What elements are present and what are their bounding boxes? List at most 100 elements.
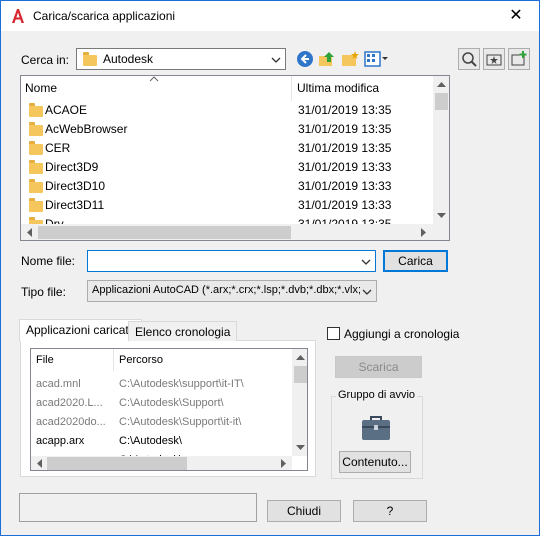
loaded-apps-table[interactable]: File Percorso acad.mnl C:\Autodesk\suppor… xyxy=(30,348,308,471)
table-row[interactable]: acad2020.L... C:\Autodesk\Support\ xyxy=(31,394,293,413)
vertical-scrollbar[interactable] xyxy=(433,76,449,224)
load-button[interactable]: Carica xyxy=(383,250,448,272)
app-path: C:\Autodesk\support\it-IT\ xyxy=(119,378,244,390)
list-item[interactable]: Direct3D11 31/01/2019 13:33 xyxy=(21,196,431,215)
tab-loaded-apps[interactable]: Applicazioni caricate xyxy=(19,319,143,341)
list-item[interactable]: ACAOE 31/01/2019 13:35 xyxy=(21,101,431,120)
title-bar: Carica/scarica applicazioni ✕ xyxy=(1,1,539,31)
column-header-file[interactable]: File xyxy=(36,354,54,366)
folder-icon xyxy=(29,198,43,212)
table-row[interactable]: acapp.arx C:\Autodesk\ xyxy=(31,432,293,451)
modified-date: 31/01/2019 13:35 xyxy=(298,122,392,136)
apps-horizontal-scrollbar[interactable] xyxy=(31,456,292,470)
file-type-label: Tipo file: xyxy=(21,285,66,299)
hscroll-thumb[interactable] xyxy=(47,457,187,470)
folder-icon xyxy=(83,52,97,66)
modified-date: 31/01/2019 13:33 xyxy=(298,160,392,174)
horizontal-scrollbar[interactable] xyxy=(21,224,433,240)
table-row[interactable]: acad2020do... C:\Autodesk\Support\it-it\ xyxy=(31,413,293,432)
close-icon[interactable]: ✕ xyxy=(493,1,539,31)
file-name: AcWebBrowser xyxy=(45,122,128,136)
window-title: Carica/scarica applicazioni xyxy=(33,9,176,23)
app-path: C:\Autodesk\Support\ xyxy=(119,397,224,409)
look-in-dropdown[interactable]: Autodesk xyxy=(76,48,286,70)
scroll-corner xyxy=(433,224,449,240)
file-name: Direct3D10 xyxy=(45,179,106,193)
scroll-right-icon[interactable] xyxy=(281,459,287,468)
unload-button[interactable]: Scarica xyxy=(335,356,422,378)
file-name: ACAOE xyxy=(45,103,88,117)
folder-icon xyxy=(29,122,43,136)
close-button[interactable]: Chiudi xyxy=(267,500,341,522)
view-menu-icon[interactable] xyxy=(363,49,389,69)
column-header-modified[interactable]: Ultima modifica xyxy=(293,76,433,101)
app-file: acapp.arx xyxy=(36,435,85,447)
scroll-up-icon[interactable] xyxy=(296,354,305,360)
sort-up-icon xyxy=(149,76,159,82)
help-button[interactable]: ? xyxy=(353,500,427,522)
up-folder-icon[interactable] xyxy=(317,49,337,69)
scroll-down-icon[interactable] xyxy=(296,445,305,451)
add-favorite-icon[interactable] xyxy=(508,48,530,70)
file-name-input[interactable] xyxy=(87,250,376,272)
scroll-up-icon[interactable] xyxy=(437,81,446,87)
file-name: Direct3D11 xyxy=(45,198,105,212)
file-type-value: Applicazioni AutoCAD (*.arx;*.crx;*.lsp;… xyxy=(92,284,360,296)
scroll-down-icon[interactable] xyxy=(437,213,446,219)
chevron-down-icon xyxy=(271,57,281,63)
back-icon[interactable] xyxy=(295,49,315,69)
look-in-label: Cerca in: xyxy=(21,53,70,67)
column-header-name-label: Nome xyxy=(25,81,58,95)
look-in-value: Autodesk xyxy=(103,52,154,66)
folder-icon xyxy=(29,179,43,193)
startup-group-title: Gruppo di avvio xyxy=(336,389,418,401)
app-file: acad2020.L... xyxy=(36,397,103,409)
column-header-path[interactable]: Percorso xyxy=(119,354,163,366)
app-path: C:\Autodesk\ xyxy=(119,435,182,447)
list-item[interactable]: Direct3D10 31/01/2019 13:33 xyxy=(21,177,431,196)
new-folder-icon[interactable] xyxy=(340,49,360,69)
add-history-label[interactable]: Aggiungi a cronologia xyxy=(344,327,459,341)
list-item[interactable]: AcWebBrowser 31/01/2019 13:35 xyxy=(21,120,431,139)
column-divider xyxy=(113,349,114,371)
app-file: acad.mnl xyxy=(36,378,81,390)
chevron-down-icon[interactable] xyxy=(361,257,371,267)
contents-button[interactable]: Contenuto... xyxy=(339,451,411,473)
list-item[interactable]: CER 31/01/2019 13:35 xyxy=(21,139,431,158)
hscroll-thumb[interactable] xyxy=(38,226,291,239)
folder-icon xyxy=(29,103,43,117)
scroll-thumb[interactable] xyxy=(435,93,448,110)
add-history-checkbox[interactable] xyxy=(327,327,340,340)
folder-icon xyxy=(29,160,43,174)
file-list[interactable]: Nome Ultima modifica ACAOE 31/01/2019 13:… xyxy=(20,75,450,241)
dialog-window: Carica/scarica applicazioni ✕ Cerca in: … xyxy=(0,0,540,536)
briefcase-icon[interactable] xyxy=(360,414,392,442)
column-divider xyxy=(291,76,292,101)
list-item[interactable]: Direct3D9 31/01/2019 13:33 xyxy=(21,158,431,177)
scroll-thumb[interactable] xyxy=(294,366,307,383)
apps-header: File Percorso xyxy=(31,349,293,371)
file-name: CER xyxy=(45,141,71,155)
modified-date: 31/01/2019 13:35 xyxy=(298,141,392,155)
status-box xyxy=(19,493,257,522)
chevron-down-icon xyxy=(362,289,372,295)
find-icon[interactable] xyxy=(458,48,480,70)
favorites-icon[interactable] xyxy=(483,48,505,70)
file-name: Direct3D9 xyxy=(45,160,99,174)
app-file: acad2020do... xyxy=(36,416,106,428)
file-name-label: Nome file: xyxy=(21,254,76,268)
modified-date: 31/01/2019 13:33 xyxy=(298,179,392,193)
scroll-left-icon[interactable] xyxy=(26,228,32,237)
app-path: C:\Autodesk\Support\it-it\ xyxy=(119,416,242,428)
apps-vertical-scrollbar[interactable] xyxy=(292,349,307,456)
modified-date: 31/01/2019 13:35 xyxy=(298,103,392,117)
tab-history[interactable]: Elenco cronologia xyxy=(128,321,238,341)
autocad-logo-icon xyxy=(12,9,24,23)
modified-date: 31/01/2019 13:33 xyxy=(298,198,392,212)
folder-icon xyxy=(29,141,43,155)
file-type-dropdown[interactable]: Applicazioni AutoCAD (*.arx;*.crx;*.lsp;… xyxy=(87,280,377,302)
scroll-right-icon[interactable] xyxy=(421,228,427,237)
column-header-modified-label: Ultima modifica xyxy=(297,81,380,95)
scroll-left-icon[interactable] xyxy=(36,459,42,468)
table-row[interactable]: acad.mnl C:\Autodesk\support\it-IT\ xyxy=(31,375,293,394)
